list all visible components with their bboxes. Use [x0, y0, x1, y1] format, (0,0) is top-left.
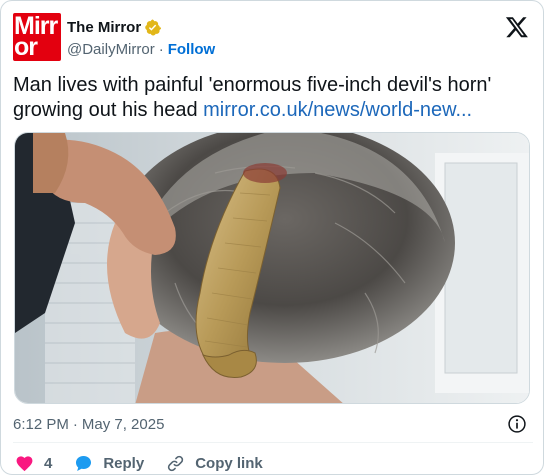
display-name[interactable]: The Mirror [67, 19, 141, 36]
info-icon[interactable] [507, 414, 527, 434]
avatar[interactable]: Mirr or [13, 13, 61, 61]
tweet-card: Mirr or The Mirror @DailyMirror · Follow… [0, 0, 544, 475]
follow-button[interactable]: Follow [168, 41, 216, 58]
timestamp-separator: · [72, 415, 78, 433]
like-count: 4 [44, 454, 53, 472]
tweet-header: Mirr or The Mirror @DailyMirror · Follow [13, 11, 533, 61]
tweet-date[interactable]: May 7, 2025 [82, 416, 165, 433]
x-logo-icon[interactable] [505, 15, 529, 39]
tweet-time[interactable]: 6:12 PM [13, 416, 69, 433]
timestamp-row: 6:12 PM · May 7, 2025 [13, 413, 533, 435]
handle[interactable]: @DailyMirror [67, 41, 155, 58]
tweet-photo[interactable] [14, 132, 530, 404]
reply-button[interactable]: Reply [74, 454, 144, 473]
handle-separator: · [158, 40, 164, 58]
verified-badge-icon [144, 19, 162, 36]
like-button[interactable]: 4 [15, 454, 52, 473]
photo-illustration [15, 133, 529, 403]
copy-link-label: Copy link [195, 454, 263, 472]
link-icon [168, 455, 184, 471]
divider [13, 442, 533, 443]
heart-icon [16, 455, 33, 471]
handle-row: @DailyMirror · Follow [67, 39, 215, 59]
copy-link-button[interactable]: Copy link [166, 454, 263, 473]
tweet-text: Man lives with painful 'enormous five-in… [13, 73, 533, 123]
name-row: The Mirror [67, 17, 162, 37]
reply-label: Reply [103, 454, 145, 472]
avatar-text-line2: or [14, 33, 38, 61]
action-bar: 4 Reply Copy link [15, 451, 285, 475]
tweet-link[interactable]: mirror.co.uk/news/world-new... [203, 99, 472, 121]
reply-bubble-icon [76, 455, 92, 471]
